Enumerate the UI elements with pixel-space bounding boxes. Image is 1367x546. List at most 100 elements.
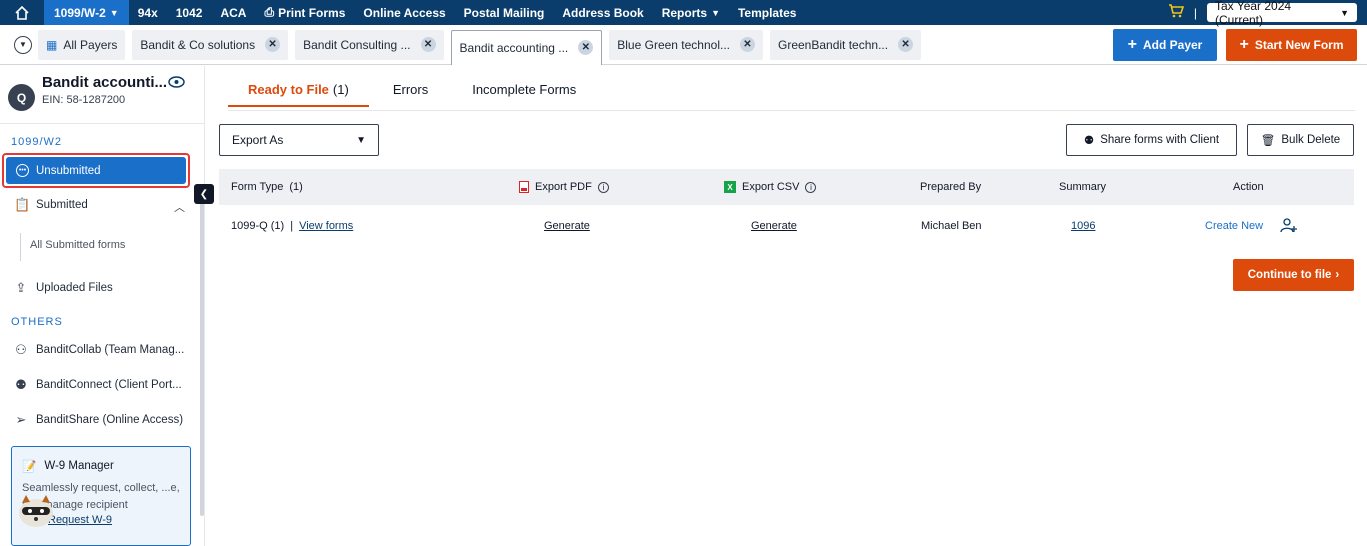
collapse-sidebar-button[interactable]: ❮ [194, 184, 214, 204]
th-export-csv: X Export CSV i [724, 169, 817, 205]
tabs-underline [228, 110, 1355, 111]
pdf-generate-link[interactable]: Generate [544, 205, 590, 247]
payer-name: Bandit accounti... [42, 74, 168, 91]
payer-ein: EIN: 58-1287200 [42, 94, 126, 106]
form-edit-icon: 📝 [22, 461, 37, 473]
nav-online-access[interactable]: Online Access [354, 0, 454, 25]
nav-1042[interactable]: 1042 [167, 0, 212, 25]
plus-icon: + [1239, 36, 1249, 53]
add-payer-button[interactable]: + Add Payer [1113, 29, 1217, 61]
chevron-right-icon: › [1335, 269, 1340, 281]
nav-postal-mailing[interactable]: Postal Mailing [455, 0, 554, 25]
info-icon[interactable]: i [805, 181, 817, 193]
csv-generate-link[interactable]: Generate [751, 205, 797, 247]
th-form-type: Form Type (1) [231, 181, 303, 193]
payer-tabs-bar: ▼ ▦ All Payers Bandit & Co solutions ✕ Ban… [0, 25, 1367, 65]
sidebar-item-uploaded-files[interactable]: ⇪ Uploaded Files [14, 280, 113, 296]
tree-line [20, 233, 21, 261]
w9-title: 📝 W-9 Manager [22, 460, 114, 473]
section-label-1099: 1099/W2 [11, 136, 63, 148]
users-plus-icon: ⚉ [1083, 135, 1095, 147]
sidebar-scrollbar[interactable] [200, 196, 204, 516]
sidebar-item-bandit-share[interactable]: ➢ BanditShare (Online Access) [14, 412, 183, 428]
tab-payer[interactable]: Bandit & Co solutions ✕ [132, 29, 289, 60]
chevron-up-icon[interactable]: ︿ [174, 199, 185, 215]
tax-year-select[interactable]: Tax Year 2024 (Current) ▼ [1207, 0, 1357, 27]
td-form-type: 1099-Q (1) | View forms [231, 220, 354, 232]
send-icon: ➢ [15, 412, 27, 427]
nav-reports[interactable]: Reports ▼ [653, 0, 729, 25]
cart-icon[interactable] [1168, 4, 1184, 21]
create-new-link[interactable]: Create New [1205, 205, 1263, 247]
nav-templates[interactable]: Templates [729, 0, 805, 25]
tab-payer[interactable]: Bandit Consulting ... ✕ [295, 29, 444, 60]
avatar: Q [8, 84, 35, 111]
request-w9-link[interactable]: Request W-9 [48, 514, 112, 526]
printer-icon: ⎙ [264, 5, 275, 19]
trash-icon: 🗑 [1260, 135, 1276, 147]
th-export-pdf: Export PDF i [519, 169, 609, 205]
sidebar: Q Bandit accounti... EIN: 58-1287200 ❮ 1… [0, 66, 214, 546]
home-button[interactable] [0, 0, 44, 25]
nav-94x[interactable]: 94x [129, 0, 167, 25]
export-as-dropdown[interactable]: Export As ▼ [219, 124, 379, 156]
excel-icon: X [724, 181, 736, 193]
sidebar-item-submitted[interactable]: 📋 Submitted [14, 197, 88, 213]
divider [0, 123, 205, 124]
th-summary: Summary [1059, 181, 1107, 193]
tab-payer-active[interactable]: Bandit accounting ... ✕ [450, 29, 603, 65]
summary-link[interactable]: 1096 [1071, 205, 1095, 247]
document-check-icon: 📋 [14, 197, 31, 212]
tab-all-payers[interactable]: ▦ All Payers [38, 29, 126, 60]
highlight-box: ••• Unsubmitted [2, 153, 190, 188]
nav-print-forms[interactable]: ⎙ Print Forms [255, 0, 354, 25]
close-icon[interactable]: ✕ [265, 37, 281, 52]
users-plus-icon: ⚉ [15, 377, 27, 392]
table-row: 1099-Q (1) | View forms Generate Generat… [219, 205, 1354, 247]
tab-payer[interactable]: GreenBandit techn... ✕ [770, 29, 922, 60]
raccoon-mascot-icon[interactable] [16, 493, 56, 529]
nav-aca[interactable]: ACA [211, 0, 255, 25]
th-prepared-by: Prepared By [920, 181, 982, 193]
share-forms-button[interactable]: ⚉ Share forms with Client [1066, 124, 1237, 156]
home-icon [15, 5, 29, 20]
caret-down-icon: ▼ [356, 134, 366, 146]
tab-ready-to-file[interactable]: Ready to File (1) [228, 82, 369, 107]
pdf-icon [519, 181, 529, 193]
sidebar-item-all-submitted[interactable]: All Submitted forms [30, 239, 125, 251]
info-icon[interactable]: i [597, 181, 609, 193]
tab-errors[interactable]: Errors [373, 82, 448, 107]
bulk-delete-button[interactable]: 🗑 Bulk Delete [1247, 124, 1354, 156]
nav-1099-w2[interactable]: 1099/W-2 ▼ [44, 0, 129, 25]
team-icon: ⚇ [15, 342, 27, 357]
tab-incomplete-forms[interactable]: Incomplete Forms [452, 82, 596, 107]
close-icon[interactable]: ✕ [420, 37, 436, 52]
close-icon[interactable]: ✕ [578, 40, 594, 55]
top-nav: 1099/W-2 ▼ 94x 1042 ACA ⎙ Print Forms Onli… [0, 0, 1367, 27]
sidebar-item-unsubmitted[interactable]: ••• Unsubmitted [6, 157, 186, 184]
eye-icon[interactable] [168, 75, 185, 92]
start-new-form-button[interactable]: + Start New Form [1226, 29, 1357, 61]
chevron-down-icon: ▼ [109, 7, 119, 18]
table-header: Form Type (1) Export PDF i X Export CSV i Pr… [219, 169, 1354, 205]
continue-to-file-button[interactable]: Continue to file › [1233, 259, 1354, 291]
dots-circle-icon: ••• [16, 164, 29, 177]
view-forms-link[interactable]: View forms [299, 220, 353, 232]
th-action: Action [1233, 181, 1264, 193]
grid-icon: ▦ [46, 37, 58, 52]
payer-header: Q Bandit accounti... EIN: 58-1287200 [8, 74, 198, 114]
close-icon[interactable]: ✕ [740, 37, 755, 52]
add-user-icon[interactable] [1280, 205, 1298, 247]
close-icon[interactable]: ✕ [898, 37, 914, 52]
nav-address-book[interactable]: Address Book [553, 0, 652, 25]
status-tabs: Ready to File (1) Errors Incomplete Forms [228, 82, 600, 107]
plus-icon: + [1127, 36, 1137, 53]
sidebar-item-bandit-connect[interactable]: ⚉ BanditConnect (Client Port... [14, 377, 182, 393]
sidebar-item-bandit-collab[interactable]: ⚇ BanditCollab (Team Manag... [14, 342, 184, 358]
td-prepared-by: Michael Ben [921, 220, 982, 232]
upload-file-icon: ⇪ [15, 280, 27, 295]
chevron-down-circle-icon[interactable]: ▼ [14, 35, 32, 54]
main-content: Ready to File (1) Errors Incomplete Forms… [205, 66, 1367, 546]
section-label-others: OTHERS [11, 316, 63, 328]
tab-payer[interactable]: Blue Green technol... ✕ [609, 29, 763, 60]
